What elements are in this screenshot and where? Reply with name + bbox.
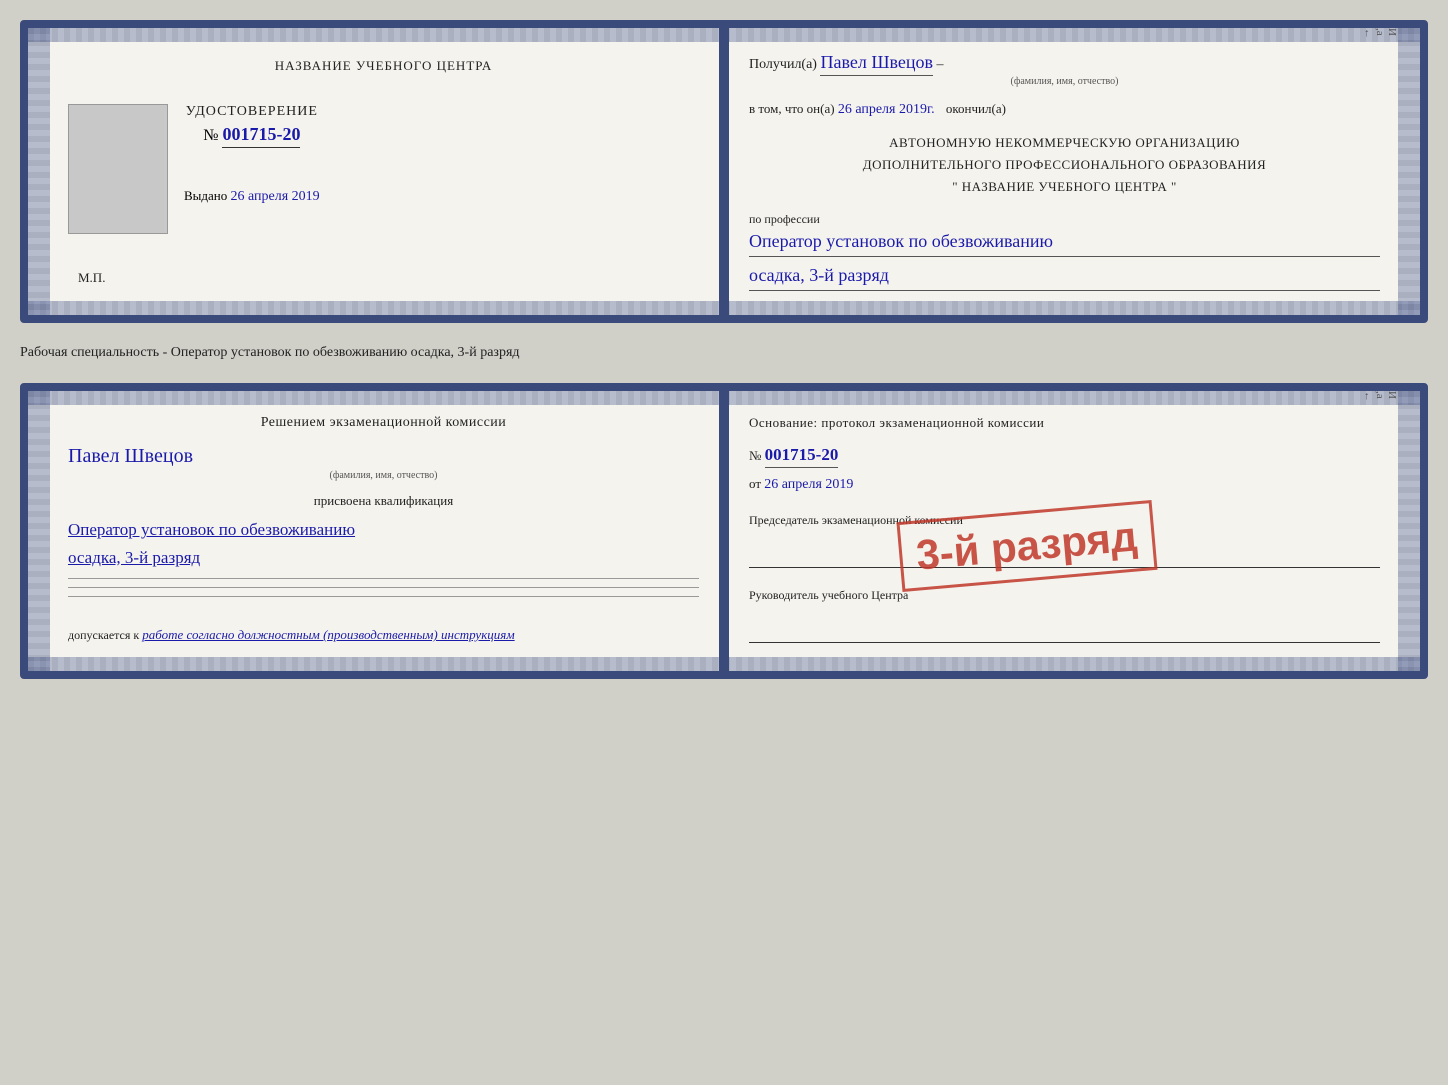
dopuskaetsya-block: допускается к работе согласно должностны… bbox=[68, 627, 699, 643]
kvalif-value1: Оператор установок по обезвоживанию bbox=[68, 517, 699, 543]
page-wrapper: НАЗВАНИЕ УЧЕБНОГО ЦЕНТРА УДОСТОВЕРЕНИЕ №… bbox=[20, 20, 1428, 679]
rukovoditel-label: Руководитель учебного Центра bbox=[749, 588, 1380, 603]
doc1-right-panel: Получил(а) Павел Швецов – (фамилия, имя,… bbox=[719, 28, 1420, 315]
udostoverenie-label: УДОСТОВЕРЕНИЕ bbox=[184, 104, 320, 120]
org-line2: ДОПОЛНИТЕЛЬНОГО ПРОФЕССИОНАЛЬНОГО ОБРАЗО… bbox=[749, 154, 1380, 176]
right-side-marks-2: И ,а ← bbox=[1362, 391, 1398, 671]
kvalif-value2: осадка, 3-й разряд bbox=[68, 545, 699, 571]
doc2-right-panel: Основание: протокол экзаменационной коми… bbox=[719, 391, 1420, 671]
recipient-line: Получил(а) Павел Швецов – (фамилия, имя,… bbox=[749, 52, 1380, 87]
issued-prefix: Выдано bbox=[184, 188, 227, 203]
komissia-name: Павел Швецов bbox=[68, 445, 699, 468]
specialty-label: Рабочая специальность - Оператор установ… bbox=[20, 341, 1428, 365]
document-card-2: Решением экзаменационной комиссии Павел … bbox=[20, 383, 1428, 679]
proto-prefix: № bbox=[749, 448, 761, 463]
mark-arrow2: ← bbox=[1362, 391, 1374, 671]
prisvoena-label: присвоена квалификация bbox=[68, 493, 699, 509]
line-sep-1 bbox=[68, 578, 699, 579]
cert-number-prefix: № bbox=[203, 127, 218, 144]
vtom-date: 26 апреля 2019г. bbox=[838, 102, 935, 117]
vtom-line: в том, что он(а) 26 апреля 2019г. окончи… bbox=[749, 101, 1380, 118]
right-side-marks: И ,а ← bbox=[1362, 28, 1398, 315]
dopusk-text: работе согласно должностным (производств… bbox=[142, 627, 514, 642]
right-border-deco-2 bbox=[1398, 391, 1420, 671]
rukovoditel-sig-line bbox=[749, 623, 1380, 643]
komissia-subtitle: (фамилия, имя, отчество) bbox=[68, 470, 699, 481]
okonchill-label: окончил(а) bbox=[946, 101, 1006, 116]
org-line1: АВТОНОМНУЮ НЕКОММЕРЧЕСКУЮ ОРГАНИЗАЦИЮ bbox=[749, 132, 1380, 154]
mark-i2: И bbox=[1386, 391, 1398, 671]
mp-line: М.П. bbox=[68, 270, 699, 286]
udostoverenie-block: УДОСТОВЕРЕНИЕ № 001715-20 Выдано 26 апре… bbox=[184, 104, 320, 205]
doc1-center-title: НАЗВАНИЕ УЧЕБНОГО ЦЕНТРА bbox=[275, 58, 492, 74]
ot-date-line: от 26 апреля 2019 bbox=[749, 476, 1380, 493]
mark-a: ,а bbox=[1374, 28, 1386, 315]
rank-value: осадка, 3-й разряд bbox=[749, 265, 1380, 291]
recipient-subtitle: (фамилия, имя, отчество) bbox=[749, 76, 1380, 87]
left-border-deco-2 bbox=[28, 391, 50, 671]
photo-placeholder bbox=[68, 104, 168, 234]
mark-a2: ,а bbox=[1374, 391, 1386, 671]
dash-after-name: – bbox=[937, 57, 944, 72]
dopusk-prefix: допускается к bbox=[68, 628, 139, 642]
org-block: АВТОНОМНУЮ НЕКОММЕРЧЕСКУЮ ОРГАНИЗАЦИЮ ДО… bbox=[749, 132, 1380, 198]
mark-arrow: ← bbox=[1362, 28, 1374, 315]
recipient-prefix: Получил(а) bbox=[749, 57, 817, 72]
doc1-left-panel: НАЗВАНИЕ УЧЕБНОГО ЦЕНТРА УДОСТОВЕРЕНИЕ №… bbox=[28, 28, 719, 315]
vtom-prefix: в том, что он(а) bbox=[749, 101, 835, 116]
ot-date: 26 апреля 2019 bbox=[764, 477, 853, 492]
line-sep-2 bbox=[68, 587, 699, 588]
org-line3: " НАЗВАНИЕ УЧЕБНОГО ЦЕНТРА " bbox=[749, 176, 1380, 198]
ot-prefix: от bbox=[749, 476, 761, 491]
profession-label: по профессии bbox=[749, 212, 1380, 227]
issued-date: 26 апреля 2019 bbox=[231, 189, 320, 204]
recipient-name: Павел Швецов bbox=[820, 52, 933, 76]
komissia-title: Решением экзаменационной комиссии bbox=[68, 415, 699, 431]
right-border-deco bbox=[1398, 28, 1420, 315]
left-border-deco bbox=[28, 28, 50, 315]
document-card-1: НАЗВАНИЕ УЧЕБНОГО ЦЕНТРА УДОСТОВЕРЕНИЕ №… bbox=[20, 20, 1428, 323]
osnovanie-title: Основание: протокол экзаменационной коми… bbox=[749, 415, 1380, 431]
cert-number: 001715-20 bbox=[222, 124, 300, 148]
doc2-left-panel: Решением экзаменационной комиссии Павел … bbox=[28, 391, 719, 671]
line-sep-3 bbox=[68, 596, 699, 597]
proto-number: 001715-20 bbox=[765, 445, 839, 468]
profession-value: Оператор установок по обезвоживанию bbox=[749, 231, 1380, 257]
mark-i: И bbox=[1386, 28, 1398, 315]
